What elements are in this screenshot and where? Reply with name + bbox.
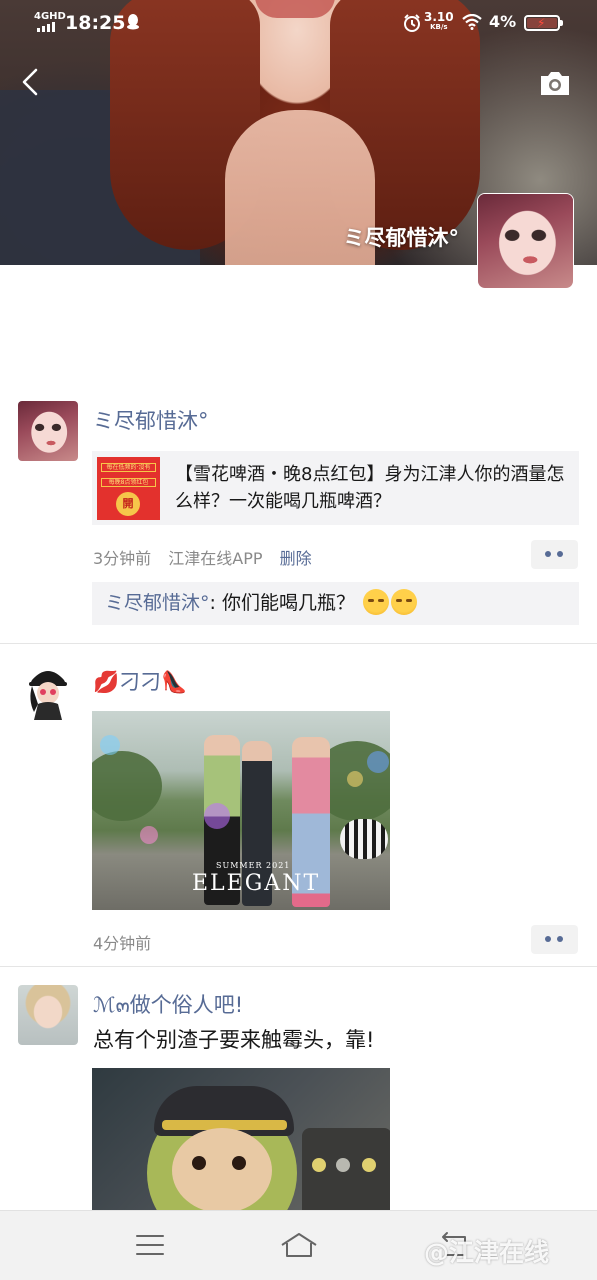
- more-button[interactable]: [531, 540, 578, 569]
- watermark: @江津在线: [424, 1238, 550, 1267]
- comment-author[interactable]: ミ尽郁惜沐°: [105, 592, 210, 614]
- camera-icon[interactable]: [538, 69, 572, 97]
- post-author[interactable]: ミ尽郁惜沐°: [93, 405, 209, 435]
- post-author[interactable]: 💋刁刁👠: [93, 666, 187, 696]
- home-icon[interactable]: [279, 1229, 319, 1261]
- thumb-line: 每在低频的·沒有: [101, 463, 156, 472]
- wifi-icon: [462, 14, 482, 30]
- delete-link[interactable]: 删除: [280, 549, 312, 568]
- post-time: 4分钟前: [93, 934, 152, 953]
- photo-caption-small: SUMMER 2021: [216, 861, 291, 870]
- post-author[interactable]: ℳ๓做个俗人吧!: [93, 989, 243, 1022]
- thumb-line: 每晚8点领红包: [101, 478, 156, 487]
- comment-text: : 你们能喝几瓶？: [209, 592, 355, 614]
- post-photo[interactable]: [92, 1068, 390, 1210]
- divider: [0, 643, 597, 644]
- qq-icon: [127, 14, 139, 30]
- post-text: 总有个别渣子要来触霉头，靠!: [93, 1028, 375, 1052]
- laughing-crying-emoji-icon: [363, 589, 390, 615]
- status-bar: 4GHD 18:25 3.10 KB/s 4% ⚡: [0, 0, 597, 48]
- post-meta: 3分钟前 江津在线APP 删除: [93, 545, 324, 569]
- share-thumbnail: 每在低频的·沒有 每晚8点领红包 開: [97, 457, 160, 520]
- cartoon-avatar-icon: [18, 660, 78, 720]
- menu-icon[interactable]: [130, 1229, 170, 1261]
- post-photo[interactable]: SUMMER 2021 ELEGANT: [92, 711, 390, 910]
- avatar[interactable]: [18, 660, 78, 720]
- chevron-left-icon[interactable]: [14, 64, 46, 100]
- thumb-open-badge: 開: [116, 492, 140, 516]
- post-source[interactable]: 江津在线APP: [168, 549, 262, 568]
- avatar[interactable]: [18, 401, 78, 461]
- network-type: 4GHD: [34, 11, 66, 22]
- battery-icon: ⚡: [524, 15, 563, 31]
- share-title: 【雪花啤酒・晚8点红包】身为江津人你的酒量怎么样？一次能喝几瓶啤酒？: [175, 464, 565, 512]
- speed-value: 3.10: [424, 10, 454, 24]
- divider: [0, 966, 597, 967]
- shared-link-card[interactable]: 每在低频的·沒有 每晚8点领红包 開 【雪花啤酒・晚8点红包】身为江津人你的酒量…: [92, 451, 579, 525]
- photo-caption: SUMMER 2021 ELEGANT: [192, 861, 321, 896]
- profile-name: ミ尽郁惜沐°: [343, 226, 460, 250]
- status-time: 18:25: [65, 12, 126, 34]
- battery-percent: 4%: [489, 12, 517, 31]
- comment[interactable]: ミ尽郁惜沐°: 你们能喝几瓶？: [92, 582, 579, 625]
- avatar[interactable]: [18, 985, 78, 1045]
- profile-avatar[interactable]: [477, 193, 574, 289]
- post-time: 3分钟前: [93, 549, 152, 568]
- speed-unit: KB/s: [430, 23, 448, 31]
- laughing-crying-emoji-icon: [391, 589, 418, 615]
- alarm-icon: [404, 14, 420, 32]
- more-button[interactable]: [531, 925, 578, 954]
- signal-icon: [37, 22, 57, 32]
- network-speed: 3.10 KB/s: [424, 11, 454, 31]
